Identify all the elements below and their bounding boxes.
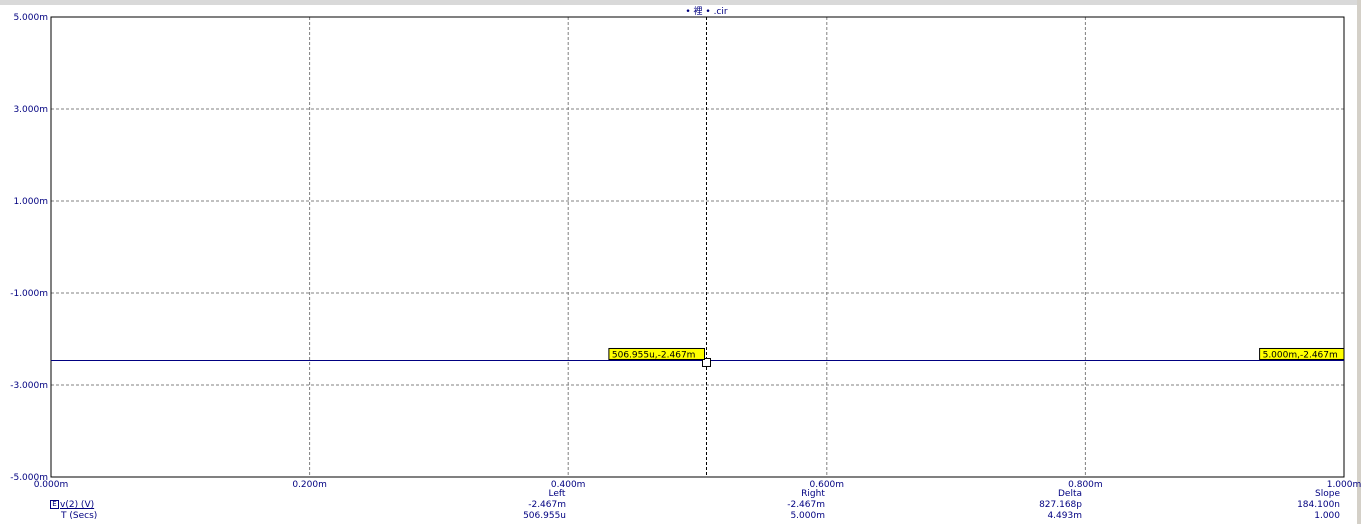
readout-header-left: Left [548,489,566,499]
x-slope-value: 1.000 [1314,511,1340,521]
x-axis-label: T (Secs) [61,511,98,521]
cursor-value-tag: 5.000m,-2.467m [1259,347,1345,360]
y-tick-label: 3.000m [13,105,48,115]
cursor-readout-panel: Left Right Delta Slope Ev(2) (V) -2.467m… [0,489,1361,524]
readout-header-slope: Slope [1315,489,1340,499]
y-tick-label: -5.000m [10,473,48,483]
cursor-tag-text: 5.000m,-2.467m [1263,350,1338,360]
trace-left-value: -2.467m [528,500,566,510]
trace-label[interactable]: v(2) (V) [60,500,94,511]
cursor-value-tag: 506.955u,-2.467m [608,347,705,360]
cursor-layer: 506.955u,-2.467m 5.000m,-2.467m [608,17,1345,477]
cursor-tag-text: 506.955u,-2.467m [612,350,696,360]
y-tick-label: -1.000m [10,289,48,299]
plot-frame [50,16,1345,478]
transient-plot[interactable]: 0.000m 0.200m 0.400m 0.600m 0.800m 1.000m5.00… [0,0,1361,524]
grid-layer [51,17,1344,477]
y-tick-label: -3.000m [10,381,48,391]
trace-delta-value: 827.168p [1039,500,1082,510]
plot-title: • 裡 • .cir [685,5,728,17]
y-tick-label: 1.000m [13,197,48,207]
x-left-value: 506.955u [523,511,566,521]
x-right-value: 5.000m [790,511,825,521]
y-tick-label: 5.000m [13,13,48,23]
trace-marker[interactable]: E [50,500,59,509]
axis-layer: 0.000m 0.200m 0.400m 0.600m 0.800m 1.000m5.00… [10,13,1361,490]
x-delta-value: 4.493m [1047,511,1082,521]
readout-header-right: Right [801,489,825,499]
trace-legend-item[interactable]: Ev(2) (V) [50,500,94,511]
trace-slope-value: 184.100n [1297,500,1340,510]
plot-window: 0.000m 0.200m 0.400m 0.600m 0.800m 1.000m 5.00… [0,0,1361,524]
trace-right-value: -2.467m [787,500,825,510]
readout-header-delta: Delta [1057,489,1083,499]
